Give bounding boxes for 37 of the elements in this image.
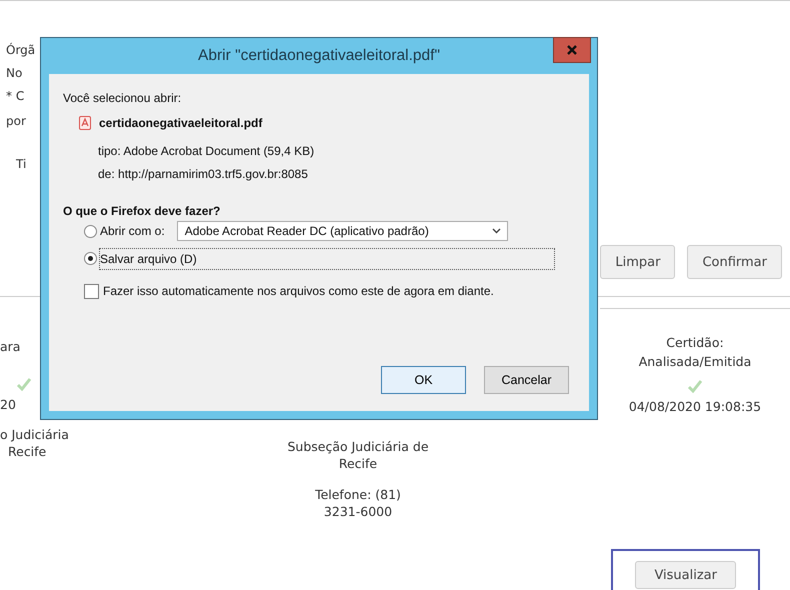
radio-button[interactable] [84, 252, 97, 265]
file-type-text: tipo: Adobe Acrobat Document (59,4 KB) [98, 143, 314, 159]
app-dropdown[interactable]: Adobe Acrobat Reader DC (aplicativo padrão) [176, 221, 508, 241]
view-button[interactable]: Visualizar [635, 561, 736, 589]
form-label: * C [6, 89, 26, 103]
intro-text: Você selecionou abrir: [63, 90, 182, 106]
close-icon [567, 45, 577, 55]
dialog-button[interactable]: OK [381, 366, 466, 394]
column-header: ara [0, 338, 20, 355]
form-label: Órgã [6, 43, 36, 57]
form-button[interactable]: Limpar [600, 245, 676, 279]
check-icon [687, 379, 703, 393]
close-button[interactable] [553, 37, 591, 63]
dialog-button[interactable]: Cancelar [484, 366, 569, 394]
check-icon [16, 377, 32, 391]
date-text: 20 [0, 396, 16, 413]
checkbox-label[interactable]: Fazer isso automaticamente nos arquivos como este de agora em diante. [103, 283, 494, 299]
chevron-down-icon [492, 228, 501, 234]
column-header: Certidão: Analisada/Emitida [638, 334, 752, 371]
file-source-text: de: http://parnamirim03.trf5.gov.br:8085 [98, 166, 308, 182]
option-label[interactable]: Salvar arquivo (D) [100, 252, 197, 266]
office-text: Subseção Judiciária de Recife [286, 438, 430, 472]
question-heading: O que o Firefox deve fazer? [63, 203, 220, 219]
date-text: 04/08/2020 19:08:35 [628, 398, 762, 415]
checkbox[interactable] [84, 284, 99, 298]
form-button[interactable]: Confirmar [687, 245, 782, 279]
form-label: No [6, 66, 24, 80]
form-label: por [6, 114, 27, 128]
pdf-file-icon [79, 116, 91, 130]
dialog-title: Abrir "certidaonegativaeleitoral.pdf" [198, 47, 440, 65]
phone-text: Telefone: (81) 3231-6000 [314, 486, 402, 520]
form-label: Ti [15, 157, 28, 171]
option-label[interactable]: Abrir com o: [100, 223, 165, 239]
office-text: Recife [8, 443, 46, 460]
file-name: certidaonegativaeleitoral.pdf [99, 115, 262, 131]
office-text: o Judiciária [0, 426, 69, 443]
radio-button[interactable] [84, 224, 97, 238]
